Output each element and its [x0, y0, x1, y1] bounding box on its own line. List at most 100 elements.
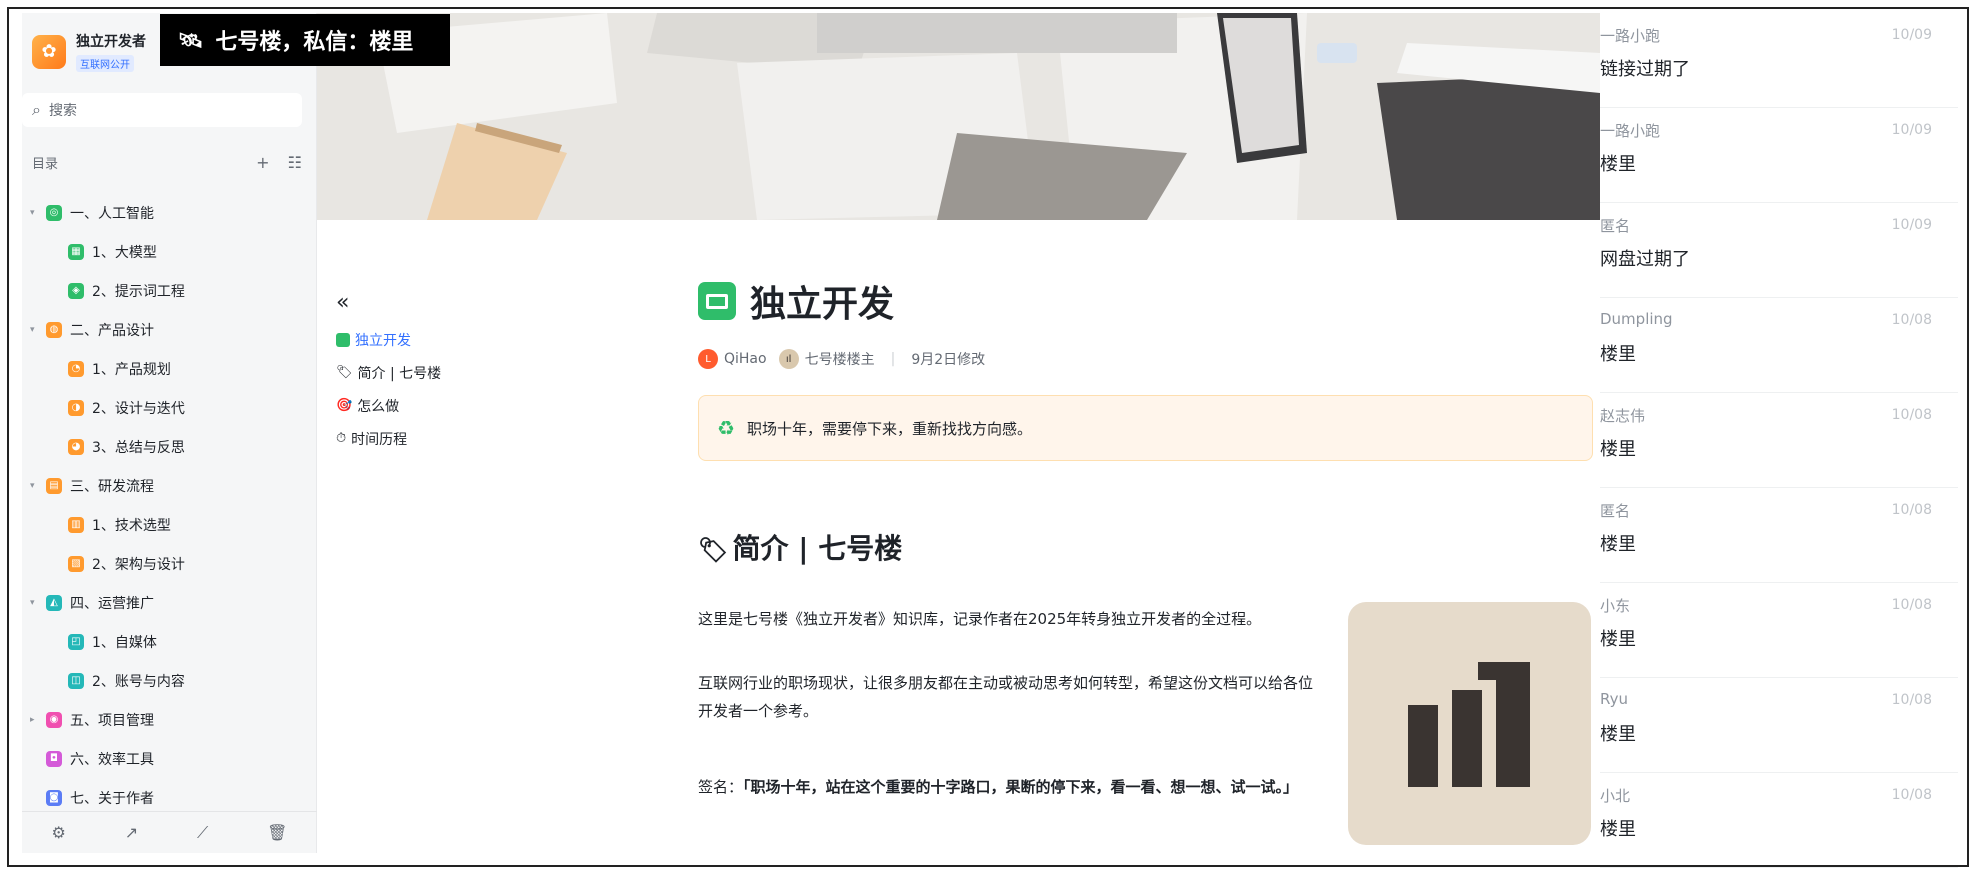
- comment-item[interactable]: Ryu 10/08 楼里: [1600, 678, 1958, 773]
- promo-banner: 🛰 七号楼，私信：楼里: [160, 14, 450, 66]
- toc-tree: ▾ ◎ 一、人工智能 ▦ 1、大模型 ◈ 2、提示词工程 ▾ ◍ 二、产品设计 ◔ 1、产品规划 ◑ 2、…: [22, 193, 317, 817]
- comment-item[interactable]: 一路小跑 10/09 楼里: [1600, 108, 1958, 203]
- brand[interactable]: ✿ 独立开发者 互联网公开: [32, 31, 146, 72]
- sidebar-item[interactable]: ▥ 1、技术选型: [22, 505, 317, 544]
- section-heading-text: 简介 | 七号楼: [732, 532, 903, 565]
- comment-item[interactable]: 小北 10/08 楼里: [1600, 773, 1958, 868]
- toc-header: 目录 + ☷: [32, 153, 302, 172]
- outline-item[interactable]: ⏱ 时间历程: [336, 422, 441, 455]
- sidebar-item[interactable]: ▾ ◎ 一、人工智能: [22, 193, 317, 232]
- list-icon[interactable]: ☷: [288, 153, 302, 172]
- sidebar-item-label: 1、自媒体: [92, 634, 157, 651]
- sidebar-item-label: 五、项目管理: [70, 712, 154, 729]
- chevron-down-icon[interactable]: ▾: [30, 325, 46, 335]
- avatar[interactable]: L: [698, 349, 718, 369]
- comment-date: 10/09: [1891, 122, 1932, 138]
- sidebar-item[interactable]: ▸ ◉ 五、项目管理: [22, 700, 317, 739]
- search-placeholder: 搜索: [48, 103, 77, 119]
- page-icon: ◍: [46, 321, 62, 338]
- chevron-right-icon[interactable]: ▸: [30, 715, 46, 725]
- signature-label: 签名：: [698, 778, 744, 796]
- comment-text: 楼里: [1600, 534, 1636, 555]
- sidebar-item-label: 四、运营推广: [70, 595, 154, 612]
- callout-text: 职场十年，需要停下来，重新找找方向感。: [746, 419, 1032, 438]
- page-icon: ◫: [68, 672, 84, 689]
- outline-item-label: 怎么做: [357, 398, 400, 415]
- comment-item[interactable]: 一路小跑 10/09 链接过期了: [1600, 13, 1958, 108]
- callout: ♻ 职场十年，需要停下来，重新找找方向感。: [698, 395, 1593, 461]
- comment-item[interactable]: 小东 10/08 楼里: [1600, 583, 1958, 678]
- comment-date: 10/08: [1891, 787, 1932, 803]
- sidebar-item-label: 六、效率工具: [70, 751, 154, 768]
- comment-user: 赵志伟: [1600, 407, 1646, 425]
- sidebar-item[interactable]: ◔ 1、产品规划: [22, 349, 317, 388]
- stats-icon[interactable]: ⟋: [197, 823, 208, 843]
- outline-item-label: 时间历程: [351, 431, 408, 448]
- brand-tag: 互联网公开: [76, 55, 134, 72]
- comment-text: 楼里: [1600, 344, 1636, 365]
- page-icon: ▦: [68, 243, 84, 260]
- doc-outline: « 独立开发 🏷 简介 | 七号楼 🎯 怎么做 ⏱ 时间历程: [336, 290, 441, 455]
- chevron-down-icon[interactable]: ▾: [30, 481, 46, 491]
- sidebar-item-label: 七、关于作者: [70, 790, 154, 807]
- comment-text: 楼里: [1600, 154, 1636, 175]
- sidebar-item[interactable]: ◰ 1、自媒体: [22, 622, 317, 661]
- tag-icon: 🏷: [336, 365, 353, 380]
- add-icon[interactable]: +: [256, 153, 269, 172]
- sidebar-item[interactable]: ◘ 六、效率工具: [22, 739, 317, 778]
- comment-user: 小北: [1600, 787, 1631, 805]
- sidebar-item[interactable]: ▾ ◍ 二、产品设计: [22, 310, 317, 349]
- page-title-text: 独立开发: [750, 284, 895, 325]
- sidebar-item[interactable]: ◕ 3、总结与反思: [22, 427, 317, 466]
- comment-item[interactable]: 赵志伟 10/08 楼里: [1600, 393, 1958, 488]
- author-name[interactable]: QiHao: [724, 351, 767, 367]
- comment-user: Dumpling: [1600, 310, 1673, 328]
- sidebar-item-label: 1、产品规划: [92, 361, 171, 378]
- sidebar-item[interactable]: ◫ 2、账号与内容: [22, 661, 317, 700]
- bar-chart-icon: [1408, 662, 1530, 787]
- outline-item[interactable]: 🏷 简介 | 七号楼: [336, 356, 441, 389]
- comment-item[interactable]: 匿名 10/08 楼里: [1600, 488, 1958, 583]
- stopwatch-icon: ⏱: [336, 431, 347, 446]
- cover-image: [317, 13, 1600, 220]
- outline-item[interactable]: 独立开发: [336, 323, 441, 356]
- laptop-icon: [698, 282, 736, 320]
- sidebar-item[interactable]: ◑ 2、设计与迭代: [22, 388, 317, 427]
- chevron-down-icon[interactable]: ▾: [30, 598, 46, 608]
- sidebar-item-label: 2、账号与内容: [92, 673, 185, 690]
- avatar[interactable]: ıl: [778, 349, 799, 369]
- sidebar-item[interactable]: ▦ 1、大模型: [22, 232, 317, 271]
- sidebar-item[interactable]: ▾ ◭ 四、运营推广: [22, 583, 317, 622]
- outline-item-label: 简介 | 七号楼: [357, 365, 442, 382]
- page-icon: ◘: [46, 750, 62, 767]
- recycle-icon: ♻: [717, 416, 735, 440]
- comment-item[interactable]: 匿名 10/09 网盘过期了: [1600, 203, 1958, 298]
- sidebar-item-label: 3、总结与反思: [92, 439, 185, 456]
- page-title: 独立开发: [698, 275, 1593, 327]
- comment-user: 匿名: [1600, 217, 1631, 235]
- sidebar-item[interactable]: ▾ ▤ 三、研发流程: [22, 466, 317, 505]
- comment-user: Ryu: [1600, 690, 1628, 708]
- comment-user: 小东: [1600, 597, 1631, 615]
- collapse-outline-icon[interactable]: «: [336, 290, 441, 315]
- section-heading: 🏷 简介 | 七号楼: [698, 527, 1593, 567]
- outline-item-label: 独立开发: [355, 332, 411, 349]
- comment-text: 楼里: [1600, 439, 1636, 460]
- sidebar-item[interactable]: ▧ 2、架构与设计: [22, 544, 317, 583]
- settings-icon[interactable]: ⚙: [51, 823, 65, 842]
- brand-logo-icon: ✿: [32, 34, 66, 69]
- chevron-down-icon[interactable]: ▾: [30, 208, 46, 218]
- co-author-name[interactable]: 七号楼楼主: [805, 349, 875, 369]
- sidebar-item-label: 1、大模型: [92, 244, 157, 261]
- sidebar-item[interactable]: ◈ 2、提示词工程: [22, 271, 317, 310]
- comment-date: 10/08: [1891, 692, 1932, 708]
- share-icon[interactable]: ↗: [125, 823, 138, 842]
- comment-date: 10/09: [1891, 217, 1932, 233]
- comment-item[interactable]: Dumpling 10/08 楼里: [1600, 298, 1958, 393]
- search-input[interactable]: ⌕ 搜索: [22, 93, 302, 127]
- outline-item[interactable]: 🎯 怎么做: [336, 389, 441, 422]
- trash-icon[interactable]: 🗑: [267, 823, 287, 842]
- sidebar-footer: ⚙ ↗ ⟋ 🗑: [22, 811, 317, 853]
- comment-user: 一路小跑: [1600, 122, 1661, 140]
- sidebar-item-label: 二、产品设计: [70, 322, 154, 339]
